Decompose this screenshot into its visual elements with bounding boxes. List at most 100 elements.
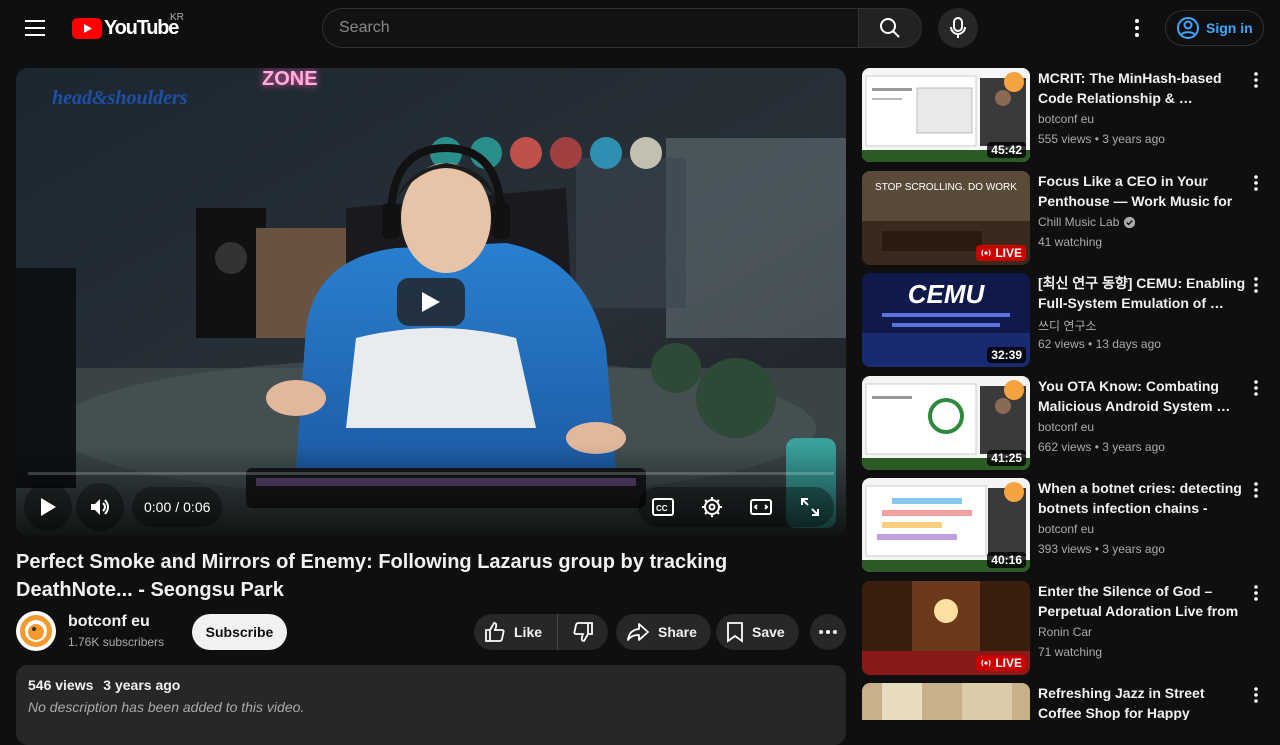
vertical-dots-icon [1254, 175, 1258, 191]
recommendation-channel[interactable]: 쓰디 연구소 [1038, 317, 1097, 334]
live-broadcast-icon [981, 659, 991, 667]
recommendation-channel[interactable]: botconf eu [1038, 112, 1094, 126]
recommendation-item[interactable]: CEMU 32:39 [최신 연구 동향] CEMU: Enabling Ful… [862, 273, 1272, 367]
captions-button[interactable]: CC [643, 487, 683, 527]
recommendation-title[interactable]: Refreshing Jazz in Street Coffee Shop fo… [1038, 683, 1248, 720]
country-code: KR [170, 12, 184, 23]
video-duration: 41:25 [987, 450, 1026, 466]
video-thumbnail[interactable]: LIVE [862, 581, 1030, 675]
search-box [322, 8, 859, 48]
progress-bar[interactable] [28, 472, 834, 475]
channel-watermark-icon [1004, 380, 1024, 400]
item-menu-button[interactable] [1246, 273, 1266, 297]
vertical-dots-icon [1254, 277, 1258, 293]
mute-button[interactable] [76, 483, 124, 531]
like-dislike-bar: Like [474, 614, 608, 650]
share-arrow-icon [627, 623, 649, 641]
botconf-logo-icon [20, 615, 52, 647]
more-actions-button[interactable] [810, 614, 846, 650]
view-count: 546 views [28, 677, 94, 693]
recommendation-title[interactable]: [최신 연구 동향] CEMU: Enabling Full-System Em… [1038, 273, 1248, 313]
thumbs-up-icon [485, 622, 505, 642]
time-display: 0:00 / 0:06 [132, 487, 223, 527]
item-menu-button[interactable] [1246, 68, 1266, 92]
gear-icon [701, 497, 722, 517]
video-thumbnail[interactable]: 45:42 [862, 68, 1030, 162]
search-button[interactable] [858, 8, 922, 48]
sign-in-label: Sign in [1206, 20, 1253, 36]
recommendation-title[interactable]: MCRIT: The MinHash-based Code Relationsh… [1038, 68, 1248, 108]
video-thumbnail[interactable]: 40:16 [862, 478, 1030, 572]
item-menu-button[interactable] [1246, 581, 1266, 605]
item-menu-button[interactable] [1246, 478, 1266, 502]
share-button[interactable]: Share [616, 614, 711, 650]
youtube-play-logo-icon [72, 17, 102, 39]
menu-icon [25, 20, 45, 36]
item-menu-button[interactable] [1246, 171, 1266, 195]
recommendation-stats: 71 watching [1038, 645, 1102, 659]
description-box[interactable]: 546 views 3 years ago No description has… [16, 665, 846, 745]
search-input[interactable] [339, 19, 859, 37]
large-play-button[interactable] [397, 278, 465, 326]
subscriber-count: 1.76K subscribers [68, 635, 165, 649]
view-count: 71 watching [1038, 645, 1103, 659]
video-thumbnail[interactable]: 41:25 [862, 376, 1030, 470]
recommendation-item[interactable]: LIVE Enter the Silence of God – Perpetua… [862, 581, 1272, 675]
play-button[interactable] [24, 483, 72, 531]
view-count: 41 watching [1038, 235, 1103, 249]
recommendation-title[interactable]: When a botnet cries: detecting botnets i… [1038, 478, 1248, 518]
vertical-dots-icon [1254, 72, 1258, 88]
channel-name: Ronin Car [1038, 625, 1093, 639]
settings-button[interactable] [692, 487, 732, 527]
youtube-logo[interactable]: YouTube [72, 17, 179, 39]
thumbnail-caption: STOP SCROLLING. DO WORK [875, 182, 1017, 193]
theater-mode-button[interactable] [741, 487, 781, 527]
settings-more-button[interactable] [1117, 8, 1157, 48]
video-thumbnail[interactable]: STOP SCROLLING. DO WORK LIVE [862, 171, 1030, 265]
vertical-dots-icon [1254, 585, 1258, 601]
live-broadcast-icon [981, 249, 991, 257]
upload-age: 3 years ago [1102, 132, 1165, 146]
right-controls: CC [638, 487, 834, 527]
recommendation-title[interactable]: Focus Like a CEO in Your Penthouse — Wor… [1038, 171, 1248, 211]
item-menu-button[interactable] [1246, 376, 1266, 400]
neon-sign-text: ZONE [262, 68, 318, 90]
total-duration: 0:06 [183, 499, 211, 515]
hamburger-menu-button[interactable] [16, 8, 56, 48]
recommendation-stats: 555 views • 3 years ago [1038, 132, 1165, 146]
channel-name[interactable]: botconf eu [68, 613, 150, 631]
recommendation-title[interactable]: Enter the Silence of God – Perpetual Ado… [1038, 581, 1248, 621]
video-duration: 40:16 [987, 552, 1026, 568]
item-menu-button[interactable] [1246, 683, 1266, 707]
recommendation-channel[interactable]: botconf eu [1038, 522, 1094, 536]
thumbnail-image [862, 683, 1030, 720]
recommendation-channel[interactable]: Ronin Car [1038, 625, 1092, 639]
recommendation-channel[interactable]: Chill Music Lab [1038, 215, 1136, 229]
recommendation-channel[interactable]: botconf eu [1038, 420, 1094, 434]
live-badge: LIVE [976, 245, 1026, 261]
save-button[interactable]: Save [716, 614, 799, 650]
upload-age: 3 years ago [1102, 542, 1165, 556]
voice-search-button[interactable] [938, 8, 978, 48]
recommendation-item[interactable]: Refreshing Jazz in Street Coffee Shop fo… [862, 683, 1272, 720]
recommendation-item[interactable]: 45:42 MCRIT: The MinHash-based Code Rela… [862, 68, 1272, 162]
video-thumbnail[interactable]: CEMU 32:39 [862, 273, 1030, 367]
recommendation-item[interactable]: STOP SCROLLING. DO WORK LIVE Focus Like … [862, 171, 1272, 265]
video-thumbnail[interactable] [862, 683, 1030, 720]
recommendation-stats: 41 watching [1038, 235, 1102, 249]
like-button[interactable]: Like [474, 614, 558, 650]
account-circle-icon [1177, 17, 1199, 39]
video-player[interactable]: head&shoulders ZONE 0:00 / 0:06 CC [16, 68, 846, 535]
subscribe-button[interactable]: Subscribe [192, 614, 287, 650]
view-count: 555 views [1038, 132, 1092, 146]
channel-avatar[interactable] [16, 611, 56, 651]
recommendation-item[interactable]: 40:16 When a botnet cries: detecting bot… [862, 478, 1272, 572]
live-label: LIVE [995, 246, 1022, 260]
fullscreen-button[interactable] [790, 487, 830, 527]
dislike-button[interactable] [558, 614, 608, 650]
recommendation-item[interactable]: 41:25 You OTA Know: Combating Malicious … [862, 376, 1272, 470]
fullscreen-icon [800, 498, 819, 516]
sign-in-button[interactable]: Sign in [1165, 10, 1264, 46]
current-time: 0:00 [144, 499, 172, 515]
recommendation-title[interactable]: You OTA Know: Combating Malicious Androi… [1038, 376, 1248, 416]
